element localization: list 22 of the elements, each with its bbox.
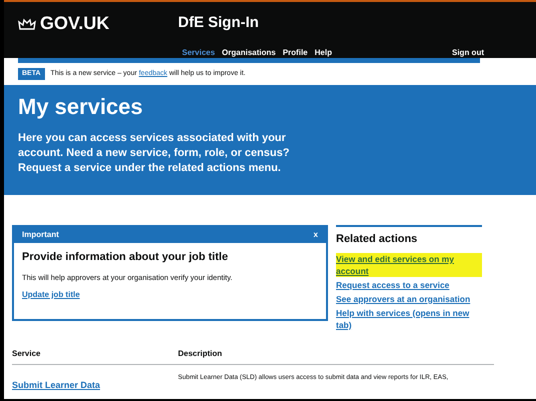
gov-uk-logo[interactable]: GOV.UK <box>40 10 110 37</box>
service-link[interactable]: Submit Learner Data <box>12 373 178 392</box>
related-actions-heading: Related actions <box>336 232 418 247</box>
page-title: My services <box>18 93 144 121</box>
related-action-link[interactable]: Request access to a service <box>336 278 482 290</box>
nav-link[interactable]: Organisations <box>222 47 276 59</box>
sign-out-link[interactable]: Sign out <box>452 47 484 59</box>
nav-link[interactable]: Help <box>314 47 332 59</box>
notification-heading: Provide information about your job title <box>22 250 229 265</box>
nav-link[interactable]: Services <box>182 47 215 59</box>
related-action-link[interactable]: Help with services (opens in new tab) <box>336 306 482 330</box>
notification-title: Important <box>22 229 59 241</box>
related-action-link[interactable]: View and edit services on my account <box>336 252 482 276</box>
column-header: Description <box>178 348 224 360</box>
update-job-title-link[interactable]: Update job title <box>22 288 80 301</box>
service-name: DfE Sign-In <box>178 13 259 34</box>
crown-icon <box>18 16 36 30</box>
related-action-link[interactable]: See approvers at an organisation <box>336 292 482 304</box>
nav-link[interactable]: Profile <box>282 47 308 59</box>
hero-text: Here you can access services associated with your account. Need a new service, form, role, or census? Request a service under the related actions menu. <box>18 131 290 176</box>
close-button[interactable]: x <box>314 229 318 241</box>
column-header: Service <box>12 348 42 360</box>
